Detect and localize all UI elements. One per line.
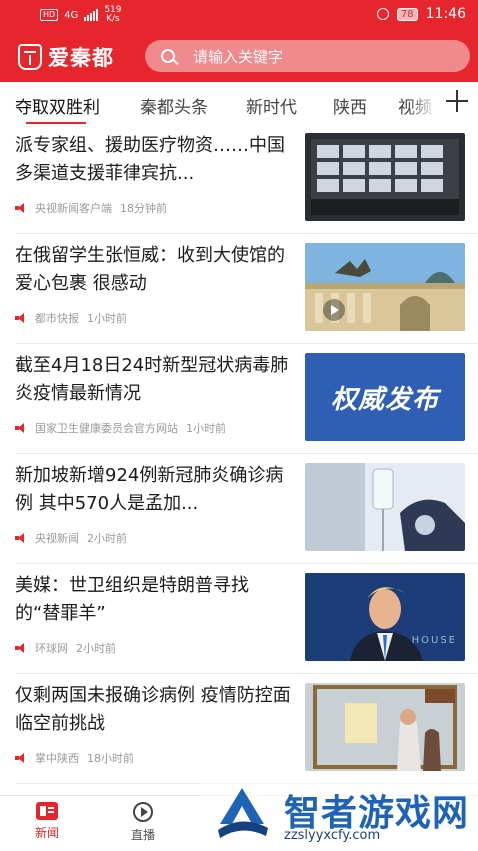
speaker-icon[interactable] [15, 533, 27, 543]
news-item[interactable]: 派专家组、援助医疗物资……中国多渠道支援菲律宾抗... 央视新闻客户端 18分钟… [0, 124, 478, 234]
search-icon [161, 49, 175, 63]
news-thumbnail: HOUSE [305, 573, 465, 661]
battery-icon: 78 [396, 7, 418, 21]
news-meta: 环球网 2小时前 [15, 640, 116, 656]
news-meta: 央视新闻客户端 18分钟前 [15, 200, 167, 216]
nav-live[interactable]: 直播 [113, 802, 173, 843]
app-name: 爱秦都 [48, 45, 114, 70]
news-time: 2小时前 [76, 642, 116, 655]
network-speed: 519 K/s [104, 6, 121, 24]
news-title: 新加坡新增924例新冠肺炎确诊病例 其中570人是孟加... [15, 465, 284, 514]
news-time: 1小时前 [186, 422, 226, 435]
news-thumbnail [305, 463, 465, 551]
news-time: 1小时前 [87, 312, 127, 325]
news-item[interactable]: 新加坡新增924例新冠肺炎确诊病例 其中570人是孟加... 央视新闻 2小时前 [0, 454, 478, 564]
watermark-logo-icon [218, 788, 268, 838]
live-play-icon [133, 802, 153, 822]
clock: 11:46 [425, 6, 466, 22]
status-left: HD 4G 519 K/s [40, 6, 122, 24]
watermark-url: zzslyyxcfy.com [284, 828, 381, 843]
tab-fade [408, 82, 438, 124]
tab-new-era[interactable]: 新时代 [246, 93, 297, 118]
speaker-icon[interactable] [15, 753, 27, 763]
thumbnail-text: HOUSE [411, 635, 457, 646]
news-source: 环球网 [35, 642, 68, 655]
search-bar[interactable]: 请输入关键字 [145, 40, 470, 72]
news-source: 掌中陕西 [35, 752, 79, 765]
add-channel-icon[interactable] [446, 90, 468, 112]
nav-news-label: 新闻 [34, 826, 59, 840]
news-meta: 央视新闻 2小时前 [15, 530, 127, 546]
news-item[interactable]: 在俄留学生张恒威：收到大使馆的爱心包裹 很感动 都市快报 1小时前 [0, 234, 478, 344]
news-icon [36, 802, 58, 820]
news-thumbnail [305, 243, 465, 331]
network-type: 4G [64, 9, 79, 21]
news-title: 美媒：世卫组织是特朗普寻找的“替罪羊” [15, 575, 249, 624]
news-item[interactable]: 截至4月18日24时新型冠状病毒肺炎疫情最新情况 国家卫生健康委员会官方网站 1… [0, 344, 478, 454]
news-meta: 都市快报 1小时前 [15, 310, 127, 326]
tab-duoqu[interactable]: 夺取双胜利 [15, 93, 100, 118]
speaker-icon[interactable] [15, 203, 27, 213]
app-header: 爱秦都 请输入关键字 [0, 30, 478, 82]
watermark: 智者游戏网 zzslyyxcfy.com [212, 784, 478, 850]
news-source: 都市快报 [35, 312, 79, 325]
speaker-icon[interactable] [15, 423, 27, 433]
news-title: 派专家组、援助医疗物资……中国多渠道支援菲律宾抗... [15, 135, 285, 184]
news-source: 国家卫生健康委员会官方网站 [35, 422, 178, 435]
nav-news[interactable]: 新闻 [17, 802, 77, 841]
news-title: 截至4月18日24时新型冠状病毒肺炎疫情最新情况 [15, 355, 289, 404]
speaker-icon[interactable] [15, 643, 27, 653]
news-source: 央视新闻 [35, 532, 79, 545]
hd-badge: HD [40, 9, 59, 21]
alarm-icon [376, 8, 389, 20]
news-item[interactable]: 仅剩两国未报确诊病例 疫情防控面临空前挑战 掌中陕西 18小时前 [0, 674, 478, 784]
news-title: 仅剩两国未报确诊病例 疫情防控面临空前挑战 [15, 685, 291, 734]
speaker-icon[interactable] [15, 313, 27, 323]
news-source: 央视新闻客户端 [35, 202, 112, 215]
search-placeholder: 请输入关键字 [193, 47, 284, 66]
news-thumbnail: 权威发布 [305, 353, 465, 441]
news-time: 2小时前 [87, 532, 127, 545]
tab-qindu-headlines[interactable]: 秦都头条 [140, 93, 208, 118]
news-meta: 国家卫生健康委员会官方网站 1小时前 [15, 420, 226, 436]
speed-unit: K/s [106, 14, 120, 24]
news-time: 18分钟前 [120, 202, 167, 215]
status-bar: HD 4G 519 K/s 78 11:46 [0, 0, 478, 30]
news-thumbnail [305, 683, 465, 771]
thumbnail-text: 权威发布 [330, 384, 439, 415]
news-thumbnail [305, 133, 465, 221]
tab-shaanxi[interactable]: 陕西 [333, 93, 367, 118]
status-right: 78 11:46 [376, 6, 466, 22]
news-item[interactable]: 美媒：世卫组织是特朗普寻找的“替罪羊” 环球网 2小时前 HOUSE [0, 564, 478, 674]
signal-icon [84, 9, 99, 21]
channel-tabs: 夺取双胜利 秦都头条 新时代 陕西 视频 [0, 82, 478, 124]
news-time: 18小时前 [87, 752, 134, 765]
news-meta: 掌中陕西 18小时前 [15, 750, 134, 766]
nav-live-label: 直播 [130, 828, 155, 842]
play-icon[interactable] [323, 299, 345, 321]
news-title: 在俄留学生张恒威：收到大使馆的爱心包裹 很感动 [15, 245, 285, 294]
logo-icon [18, 44, 42, 70]
app-logo[interactable]: 爱秦都 [18, 42, 114, 72]
